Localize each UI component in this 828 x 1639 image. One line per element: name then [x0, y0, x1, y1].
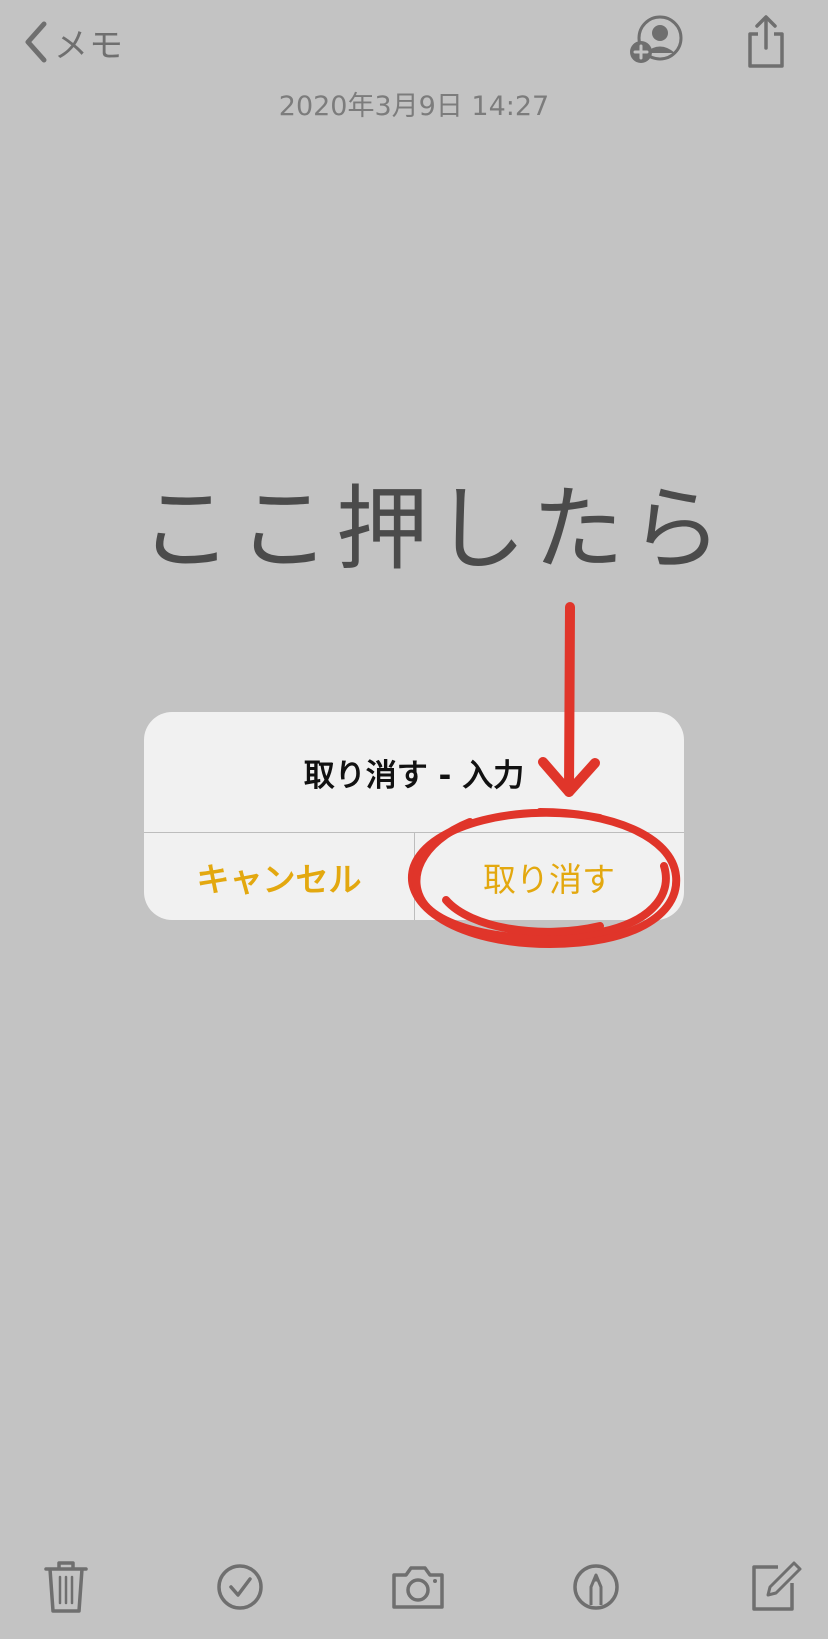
undo-button[interactable]: 取り消す — [414, 833, 684, 920]
handwritten-note-text: ここ押したら — [140, 476, 729, 583]
camera-icon[interactable] — [388, 1555, 448, 1615]
bottom-toolbar — [0, 1555, 828, 1625]
share-icon[interactable] — [738, 14, 794, 70]
alert-title: 取り消す - 入力 — [303, 757, 525, 794]
note-screen: メモ 2020年3月9日 14:27 ここ押したら 取り消す - 入力 キャンセ… — [0, 0, 828, 1639]
back-button[interactable]: メモ — [22, 18, 124, 66]
chevron-left-icon — [22, 20, 48, 64]
compose-icon[interactable] — [744, 1555, 804, 1615]
trash-icon[interactable] — [36, 1555, 96, 1615]
cancel-button[interactable]: キャンセル — [144, 833, 414, 920]
add-person-icon[interactable] — [628, 14, 684, 70]
back-button-label: メモ — [54, 25, 124, 66]
undo-alert-dialog: 取り消す - 入力 キャンセル 取り消す — [144, 712, 684, 920]
markup-pen-icon[interactable] — [566, 1555, 626, 1615]
checklist-icon[interactable] — [210, 1555, 270, 1615]
note-date: 2020年3月9日 14:27 — [278, 91, 550, 122]
